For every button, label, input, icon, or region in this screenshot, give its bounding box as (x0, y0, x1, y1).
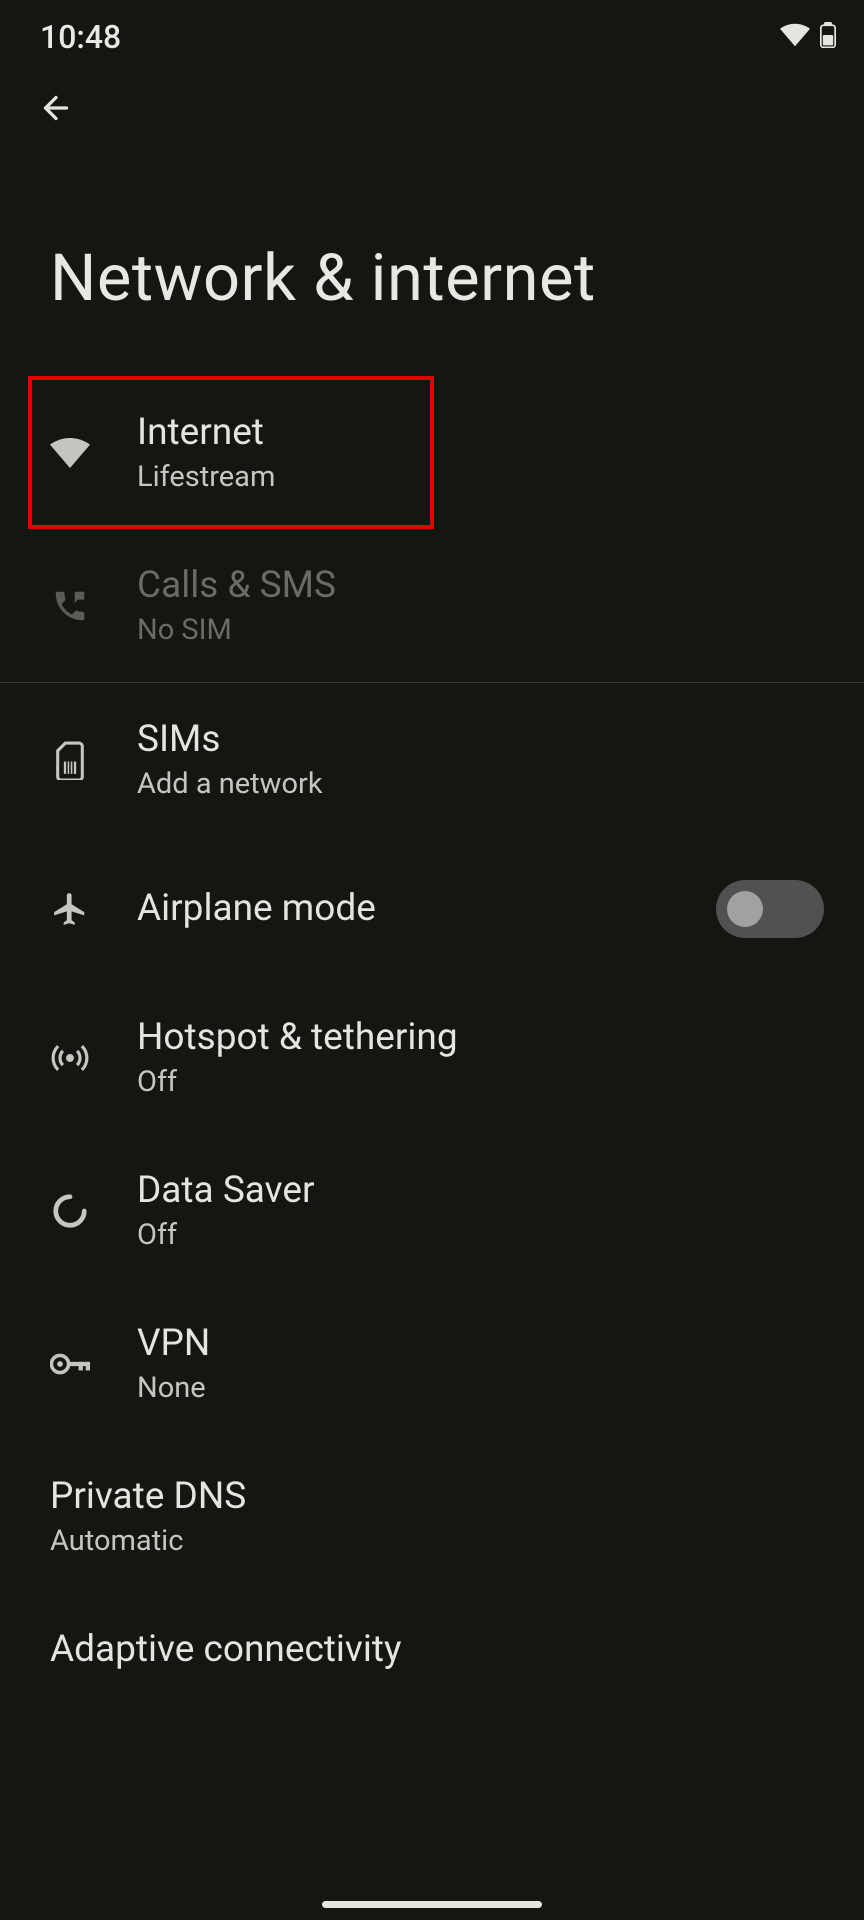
airplane-toggle[interactable] (716, 880, 824, 938)
phone-sms-icon (50, 586, 90, 626)
hotspot-icon (50, 1038, 90, 1078)
page-title: Network & internet (0, 130, 864, 376)
setting-item-airplane[interactable]: Airplane mode (0, 836, 864, 981)
setting-subtitle: Lifestream (137, 460, 394, 494)
setting-item-vpn[interactable]: VPN None (0, 1287, 864, 1440)
airplane-icon (50, 889, 90, 929)
setting-subtitle: No SIM (137, 613, 824, 647)
setting-title: SIMs (137, 718, 824, 761)
setting-subtitle: Automatic (50, 1524, 824, 1558)
vpn-key-icon (50, 1344, 90, 1384)
setting-item-sims[interactable]: SIMs Add a network (0, 683, 864, 836)
back-button[interactable] (0, 60, 864, 130)
setting-title: Hotspot & tethering (137, 1016, 824, 1059)
setting-title: Airplane mode (137, 887, 716, 930)
nav-indicator[interactable] (322, 1901, 542, 1908)
setting-subtitle: None (137, 1371, 824, 1405)
setting-title: Internet (137, 411, 394, 454)
wifi-icon (780, 23, 810, 51)
wifi-icon (50, 433, 90, 473)
setting-item-hotspot[interactable]: Hotspot & tethering Off (0, 981, 864, 1134)
setting-item-internet[interactable]: Internet Lifestream (28, 376, 434, 529)
datasaver-icon (50, 1191, 90, 1231)
status-icons (780, 22, 836, 52)
setting-subtitle: Off (137, 1065, 824, 1099)
status-bar: 10:48 (0, 0, 864, 60)
settings-list: Internet Lifestream Calls & SMS No SIM S… (0, 376, 864, 1671)
setting-item-datasaver[interactable]: Data Saver Off (0, 1134, 864, 1287)
setting-subtitle: Add a network (137, 767, 824, 801)
battery-icon (820, 22, 836, 52)
setting-title: VPN (137, 1322, 824, 1365)
setting-title: Calls & SMS (137, 564, 824, 607)
setting-item-calls-sms: Calls & SMS No SIM (0, 529, 864, 682)
toggle-knob (727, 891, 763, 927)
setting-title: Private DNS (50, 1475, 824, 1518)
setting-subtitle: Off (137, 1218, 824, 1252)
sim-icon (50, 740, 90, 780)
setting-title: Data Saver (137, 1169, 824, 1212)
setting-title: Adaptive connectivity (50, 1628, 824, 1671)
status-time: 10:48 (40, 18, 121, 56)
setting-item-private-dns[interactable]: Private DNS Automatic (0, 1440, 864, 1593)
setting-item-adaptive[interactable]: Adaptive connectivity (0, 1593, 864, 1671)
